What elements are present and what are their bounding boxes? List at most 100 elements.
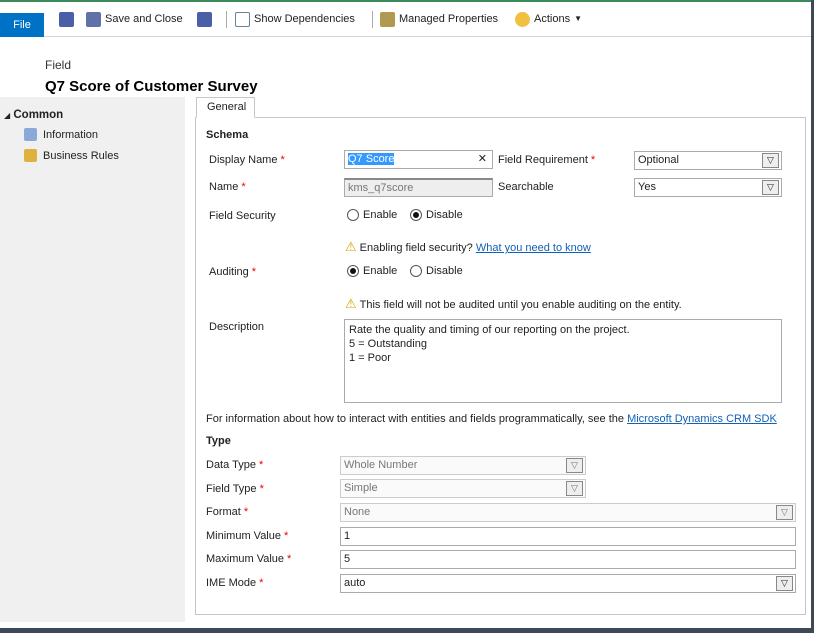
save-new-button[interactable] [197,10,212,28]
save-button[interactable] [59,10,74,28]
clear-icon[interactable]: ✕ [478,151,487,168]
sidebar-item-information[interactable]: Information [24,128,98,141]
managed-properties-button[interactable]: Managed Properties [380,10,498,28]
display-name-input[interactable]: Q7 Score ✕ [344,150,493,169]
required-asterisk: * [287,553,292,565]
label-text: Display Name [209,154,278,166]
maximum-value-input[interactable]: 5 [340,550,796,569]
format-select[interactable]: None ▽ [340,503,796,522]
schema-heading: Schema [206,129,249,141]
name-label: Name * [209,181,246,193]
label-text: IME Mode [206,577,257,589]
type-heading: Type [206,435,231,447]
minimum-value-input[interactable]: 1 [340,527,796,546]
label-text: Field Requirement [498,154,588,166]
show-dependencies-button[interactable]: Show Dependencies [235,10,355,28]
required-asterisk: * [280,154,285,166]
select-value: Whole Number [344,459,418,471]
warning-text: This field will not be audited until you… [359,299,682,311]
information-icon [24,128,37,141]
select-value: Yes [638,181,656,193]
field-security-label: Field Security [209,210,276,222]
managed-properties-label: Managed Properties [399,13,499,25]
searchable-label: Searchable [498,181,554,193]
tab-general[interactable]: General [196,97,255,118]
ime-mode-select[interactable]: auto ▽ [340,574,796,593]
radio-icon [347,209,359,222]
display-name-value: Q7 Score [348,153,395,165]
save-new-icon [197,11,212,27]
actions-label: Actions [534,13,571,25]
select-value: None [344,506,371,518]
required-asterisk: * [258,459,264,471]
data-type-label: Data Type * [206,459,263,471]
field-security-disable-radio[interactable]: Disable [410,209,463,222]
description-textarea[interactable]: Rate the quality and timing of our repor… [344,319,782,403]
data-type-select[interactable]: Whole Number ▽ [340,456,586,475]
field-security-enable-radio[interactable]: Enable [347,209,397,222]
name-input[interactable]: kms_q7score [344,178,493,197]
description-label: Description [209,321,265,333]
auditing-label: Auditing * [209,266,256,278]
description-line: 1 = Poor [349,352,391,364]
maximum-value-label: Maximum Value * [206,553,291,565]
save-and-close-button[interactable]: Save and Close [86,10,183,28]
what-you-need-to-know-link[interactable]: What you need to know [476,242,591,254]
chevron-down-icon: ▽ [566,458,583,473]
display-name-label: Display Name * [209,154,285,166]
select-value: Simple [344,482,378,494]
field-type-label: Field Type * [206,483,264,495]
format-label: Format * [206,506,248,518]
sidebar-item-label: Information [43,128,99,141]
sidebar-group-common[interactable]: ◢ Common [4,109,63,121]
description-line: Rate the quality and timing of our repor… [349,324,630,336]
radio-label: Disable [426,265,463,277]
required-asterisk: * [259,577,264,589]
page-title: Q7 Score of Customer Survey [45,78,258,95]
save-and-close-label: Save and Close [105,13,183,25]
dependencies-icon [235,11,250,27]
auditing-enable-radio[interactable]: Enable [347,265,398,278]
label-text: Name [209,181,239,193]
select-value: Optional [638,154,679,166]
actions-button[interactable]: Actions ▼ [515,10,582,28]
label-text: Minimum Value [206,530,281,542]
label-text: Field Type [206,483,257,495]
save-icon [59,11,74,27]
field-requirement-select[interactable]: Optional ▽ [634,151,782,170]
actions-icon [515,11,530,27]
field-security-warning: ⚠ Enabling field security? What you need … [345,239,591,255]
business-rules-icon [24,149,37,162]
warning-text: Enabling field security? [359,242,473,254]
minimum-value-label: Minimum Value * [206,530,288,542]
auditing-disable-radio[interactable]: Disable [410,265,463,278]
required-asterisk: * [241,181,246,193]
label-text: Maximum Value [206,553,285,565]
sidebar-item-label: Business Rules [43,149,119,162]
select-value: auto [344,577,366,589]
file-button[interactable]: File [0,13,44,37]
toolbar-separator [372,11,373,28]
save-close-icon [86,11,101,27]
crm-sdk-link[interactable]: Microsoft Dynamics CRM SDK [627,413,777,425]
radio-label: Enable [363,265,398,277]
description-line: 5 = Outstanding [349,338,427,350]
radio-label: Disable [426,209,463,221]
required-asterisk: * [243,506,249,518]
sidebar-item-business-rules[interactable]: Business Rules [24,149,119,162]
chevron-down-icon: ▽ [776,576,793,591]
radio-selected-icon [347,265,359,278]
chevron-down-icon: ▽ [776,505,793,520]
chevron-down-icon: ▽ [762,180,779,195]
managed-properties-icon [380,11,395,27]
warning-icon: ⚠ [345,296,357,311]
label-text: Format [206,506,241,518]
searchable-select[interactable]: Yes ▽ [634,178,782,197]
collapse-triangle-icon: ◢ [4,111,11,120]
radio-icon [410,265,422,278]
auditing-warning: ⚠ This field will not be audited until yo… [345,296,682,312]
window-bottom-border [0,628,814,633]
required-asterisk: * [251,266,257,278]
field-type-select[interactable]: Simple ▽ [340,479,586,498]
label-text: Auditing [209,266,249,278]
